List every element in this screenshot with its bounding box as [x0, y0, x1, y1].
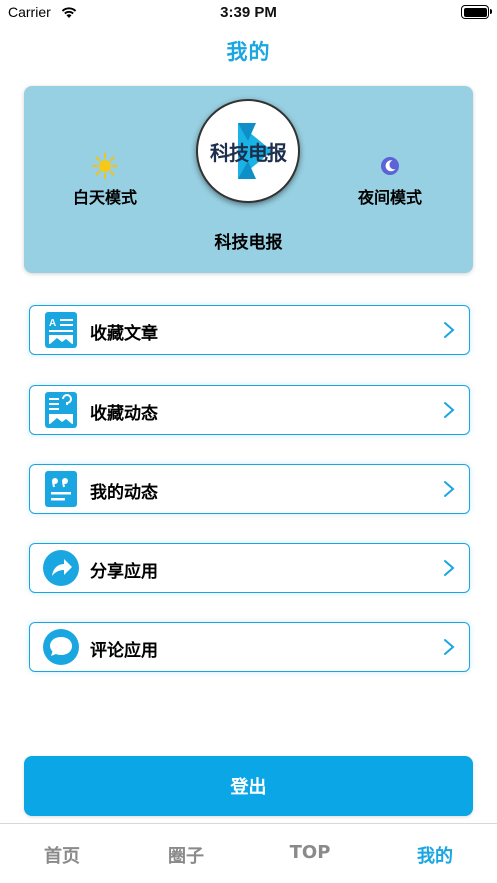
- chevron-right-icon: [444, 481, 455, 497]
- avatar[interactable]: 科技电报: [196, 99, 300, 203]
- night-mode-label: 夜间模式: [357, 188, 422, 207]
- user-name: 科技电报: [214, 233, 283, 253]
- menu-item-label: 我的动态: [90, 483, 158, 503]
- battery-icon: [461, 5, 492, 19]
- menu-item-label: 分享应用: [90, 562, 158, 582]
- menu-item-my-feeds[interactable]: 我的动态: [29, 464, 470, 514]
- tab-bar: 首页 圈子 TOP 我的: [0, 823, 497, 883]
- sun-icon: [92, 153, 118, 179]
- moon-icon: [381, 157, 399, 175]
- chevron-right-icon: [444, 639, 455, 655]
- article-icon: A: [45, 312, 77, 348]
- chevron-right-icon: [444, 560, 455, 576]
- chevron-right-icon: [444, 402, 455, 418]
- menu-item-saved-articles[interactable]: A 收藏文章: [29, 305, 470, 355]
- avatar-logo-text: 科技电报: [210, 141, 287, 165]
- menu-item-comment-app[interactable]: 评论应用: [29, 622, 470, 672]
- menu-item-saved-feeds[interactable]: 收藏动态: [29, 385, 470, 435]
- status-bar: Carrier 3:39 PM: [0, 0, 497, 26]
- profile-card: 白天模式 科技电报 夜间模式 科技电报: [24, 86, 473, 273]
- tab-mine[interactable]: 我的: [373, 842, 497, 868]
- comment-icon: [43, 629, 79, 665]
- tab-home[interactable]: 首页: [0, 842, 124, 868]
- quote-icon: [45, 471, 77, 507]
- tab-top[interactable]: TOP: [248, 842, 372, 863]
- svg-text:A: A: [49, 318, 56, 329]
- day-mode-label: 白天模式: [72, 188, 137, 207]
- logout-button[interactable]: 登出: [24, 756, 473, 816]
- menu-item-label: 评论应用: [90, 641, 158, 661]
- status-time: 3:39 PM: [220, 4, 277, 21]
- feed-icon: [45, 392, 77, 428]
- chevron-right-icon: [444, 322, 455, 338]
- menu-item-label: 收藏动态: [90, 404, 158, 424]
- day-mode-toggle[interactable]: 白天模式: [60, 152, 150, 208]
- tab-circle[interactable]: 圈子: [124, 842, 248, 868]
- menu-item-label: 收藏文章: [90, 324, 158, 344]
- menu-item-share-app[interactable]: 分享应用: [29, 543, 470, 593]
- share-icon: [43, 550, 79, 586]
- page-title: 我的: [226, 40, 271, 64]
- night-mode-toggle[interactable]: 夜间模式: [345, 152, 435, 208]
